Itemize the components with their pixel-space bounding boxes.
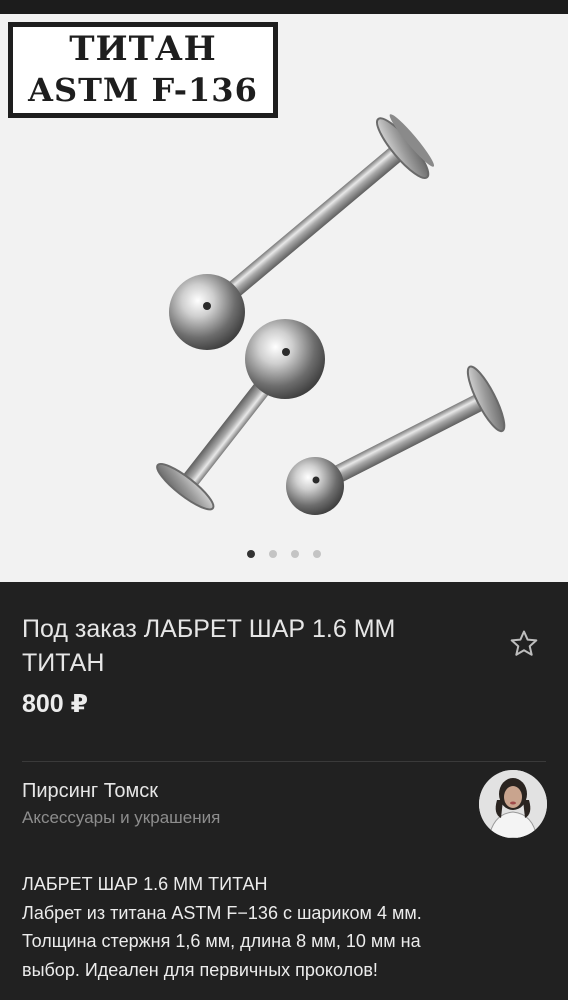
description-line: Лабрет из титана ASTM F−136 с шариком 4 … (22, 902, 422, 923)
product-description: ЛАБРЕТ ШАР 1.6 ММ ТИТАН Лабрет из титана… (22, 870, 546, 984)
stamp-line-1: ТИТАН (69, 29, 217, 69)
seller-name[interactable]: Пирсинг Томск (22, 780, 158, 803)
seller-avatar[interactable] (479, 770, 547, 838)
star-outline-icon[interactable] (508, 628, 540, 660)
gallery-pagination (0, 550, 568, 562)
product-image-gallery[interactable]: ТИТАН ASTM F-136 (0, 14, 568, 582)
description-line: Толщина стержня 1,6 мм, длина 8 мм, 10 м… (22, 931, 421, 951)
gallery-dot-3[interactable] (291, 550, 299, 558)
product-title: Под заказ ЛАБРЕТ ШАР 1.6 ММ ТИТАН (22, 615, 396, 677)
gallery-dot-1[interactable] (247, 550, 255, 558)
gallery-dot-2[interactable] (269, 550, 277, 558)
seller-category: Аксессуары и украшения (22, 808, 221, 827)
titanium-stamp: ТИТАН ASTM F-136 (8, 22, 278, 118)
product-price: 800 ₽ (22, 690, 89, 718)
stamp-line-2: ASTM F-136 (28, 71, 258, 109)
description-line: выбор. Идеален для первичных проколов! (22, 959, 378, 980)
gallery-dot-4[interactable] (313, 550, 321, 558)
divider (22, 761, 546, 762)
status-bar (0, 0, 568, 14)
description-line: ЛАБРЕТ ШАР 1.6 ММ ТИТАН (22, 874, 268, 894)
